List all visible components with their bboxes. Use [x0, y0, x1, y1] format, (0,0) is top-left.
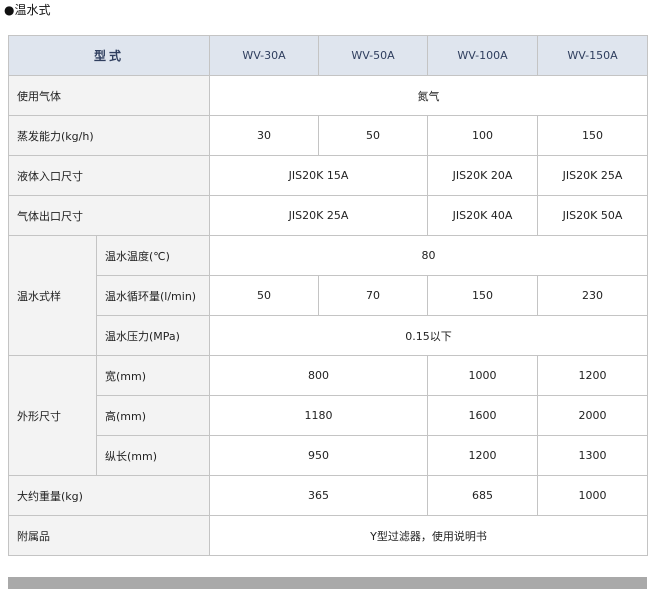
sublabel-warm-temp: 温水温度(℃)	[95, 235, 211, 276]
table-row-dim-length: 纵长(mm) 950 1200 1300	[9, 435, 649, 476]
row-label-accessories: 附属品	[7, 515, 211, 556]
table-row-gas-outlet: 气体出口尺寸 JIS20K 25A JIS20K 40A JIS20K 50A	[7, 195, 649, 236]
cell-weight: 365	[209, 475, 429, 516]
row-label-liquid-inlet: 液体入口尺寸	[7, 155, 211, 196]
cell-evap: 30	[209, 115, 320, 156]
cell-warm-pressure: 0.15以下	[209, 315, 649, 356]
table-row-warm-flow: 温水循环量(l/min) 50 70 150 230	[9, 275, 649, 316]
table-row-gas: 使用气体 氮气	[7, 75, 649, 116]
table-row-weight: 大约重量(kg) 365 685 1000	[7, 475, 649, 516]
cell-warm-temp: 80	[209, 235, 649, 276]
row-label-warm-spec: 温水式样	[8, 235, 97, 356]
spec-table: 型式 WV-30A WV-50A WV-100A WV-150A 使用气体 氮气…	[7, 35, 649, 556]
cell-evap: 100	[427, 115, 539, 156]
cell-dim-width: 800	[209, 355, 429, 396]
table-header-row: 型式 WV-30A WV-50A WV-100A WV-150A	[7, 35, 649, 76]
row-label-evap: 蒸发能力(kg/h)	[7, 115, 211, 156]
cell-dim-width: 1000	[427, 355, 539, 396]
sublabel-warm-flow: 温水循环量(l/min)	[95, 275, 211, 316]
sublabel-warm-pressure: 温水压力(MPa)	[95, 315, 211, 356]
cell-dim-width: 1200	[537, 355, 649, 396]
cell-weight: 1000	[537, 475, 649, 516]
sublabel-dim-height: 高(mm)	[95, 395, 211, 436]
row-label-weight: 大约重量(kg)	[7, 475, 211, 516]
cell-liquid-inlet: JIS20K 20A	[427, 155, 539, 196]
cell-gas-outlet: JIS20K 25A	[209, 195, 429, 236]
row-label-gas-outlet: 气体出口尺寸	[7, 195, 211, 236]
cell-warm-flow: 70	[318, 275, 429, 316]
header-model: WV-30A	[209, 35, 320, 76]
table-row-accessories: 附属品 Y型过滤器，使用说明书	[7, 515, 649, 556]
cell-dim-length: 1300	[537, 435, 649, 476]
section-title: ●温水式	[4, 3, 51, 17]
cell-dim-height: 1180	[209, 395, 429, 436]
cell-liquid-inlet: JIS20K 15A	[209, 155, 429, 196]
cell-gas-value: 氮气	[209, 75, 649, 116]
cell-accessories: Y型过滤器，使用说明书	[209, 515, 649, 556]
sublabel-dim-width: 宽(mm)	[95, 355, 211, 396]
table-row-warm-pressure: 温水压力(MPa) 0.15以下	[9, 315, 649, 356]
cell-warm-flow: 230	[537, 275, 649, 316]
header-type: 型式	[7, 35, 211, 76]
cell-dim-length: 1200	[427, 435, 539, 476]
cell-evap: 50	[318, 115, 429, 156]
cell-dim-height: 1600	[427, 395, 539, 436]
cell-gas-outlet: JIS20K 40A	[427, 195, 539, 236]
header-model: WV-100A	[427, 35, 539, 76]
table-row-warm-temp: 温水式样 温水温度(℃) 80	[8, 235, 649, 356]
header-model: WV-50A	[318, 35, 429, 76]
row-label-dimensions: 外形尺寸	[8, 355, 97, 476]
cell-warm-flow: 150	[427, 275, 539, 316]
cell-dim-height: 2000	[537, 395, 649, 436]
cell-warm-flow: 50	[209, 275, 320, 316]
cell-weight: 685	[427, 475, 539, 516]
cell-evap: 150	[537, 115, 649, 156]
row-label-gas: 使用气体	[7, 75, 211, 116]
table-row-liquid-inlet: 液体入口尺寸 JIS20K 15A JIS20K 20A JIS20K 25A	[7, 155, 649, 196]
table-footer-bar	[8, 577, 647, 589]
cell-dim-length: 950	[209, 435, 429, 476]
table-row-dim-width: 外形尺寸 宽(mm) 800 1000 1200	[8, 355, 649, 476]
cell-liquid-inlet: JIS20K 25A	[537, 155, 649, 196]
table-row-evap: 蒸发能力(kg/h) 30 50 100 150	[7, 115, 649, 156]
cell-gas-outlet: JIS20K 50A	[537, 195, 649, 236]
sublabel-dim-length: 纵长(mm)	[95, 435, 211, 476]
header-model: WV-150A	[537, 35, 649, 76]
table-row-dim-height: 高(mm) 1180 1600 2000	[9, 395, 649, 436]
